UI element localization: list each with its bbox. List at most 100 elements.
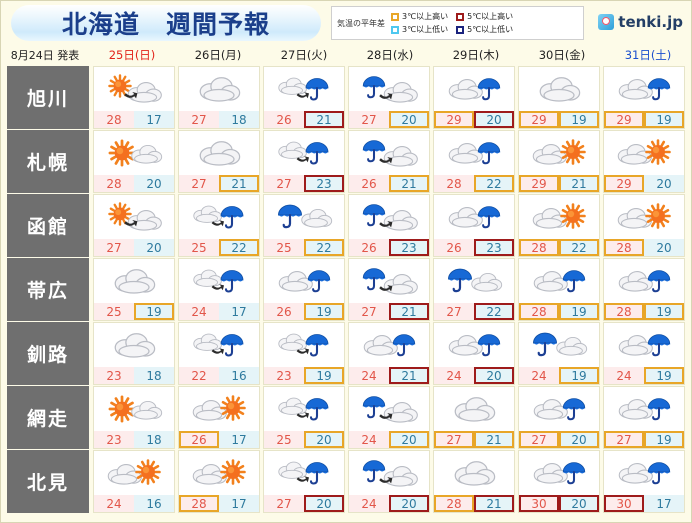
forecast-cell[interactable]: 25 19	[93, 258, 175, 321]
min-temperature: 19	[559, 367, 599, 384]
city-label-帯広[interactable]: 帯広	[7, 258, 89, 321]
forecast-cell[interactable]: 27 23	[263, 130, 345, 193]
tenki-logo-text: tenki.jp	[618, 13, 683, 31]
max-temperature: 23	[94, 367, 134, 384]
forecast-cell[interactable]: 25 22	[263, 194, 345, 257]
forecast-cell[interactable]: 25 20	[263, 386, 345, 449]
min-temperature: 19	[644, 303, 684, 320]
temperature-pair: 23 18	[94, 367, 174, 384]
forecast-cell[interactable]: 27 20	[348, 66, 430, 129]
forecast-cell[interactable]: 28 19	[603, 258, 685, 321]
city-label-札幌[interactable]: 札幌	[7, 130, 89, 193]
cloud-sun-icon	[604, 131, 684, 175]
forecast-cell[interactable]: 26 23	[433, 194, 515, 257]
forecast-cell[interactable]: 27 20	[93, 194, 175, 257]
forecast-cell[interactable]: 26 21	[263, 66, 345, 129]
forecast-cell[interactable]: 25 22	[178, 194, 260, 257]
forecast-cell[interactable]: 27 21	[178, 130, 260, 193]
forecast-cell[interactable]: 24 20	[348, 386, 430, 449]
forecast-cell[interactable]: 27 21	[348, 258, 430, 321]
forecast-cell[interactable]: 24 20	[348, 450, 430, 513]
city-label-北見[interactable]: 北見	[7, 450, 89, 513]
forecast-cell[interactable]: 27 21	[433, 386, 515, 449]
rain-cloud-icon	[519, 323, 599, 367]
forecast-cell[interactable]: 23 19	[263, 322, 345, 385]
forecast-cell[interactable]: 27 18	[178, 66, 260, 129]
forecast-cell[interactable]: 26 19	[263, 258, 345, 321]
min-temperature: 23	[474, 239, 514, 256]
forecast-cell[interactable]: 29 19	[518, 66, 600, 129]
forecast-cell[interactable]: 27 19	[603, 386, 685, 449]
forecast-cell[interactable]: 28 22	[433, 130, 515, 193]
forecast-cell[interactable]: 24 20	[433, 322, 515, 385]
temperature-pair: 27 21	[179, 175, 259, 192]
forecast-cell[interactable]: 29 20	[433, 66, 515, 129]
forecast-cell[interactable]: 24 19	[518, 322, 600, 385]
temperature-pair: 27 20	[264, 495, 344, 512]
forecast-cell[interactable]: 26 17	[178, 386, 260, 449]
sun-then-cloud-icon	[94, 67, 174, 111]
forecast-cell[interactable]: 28 19	[518, 258, 600, 321]
legend-swatch-hot5	[456, 12, 465, 21]
max-temperature: 26	[179, 431, 219, 448]
forecast-cell[interactable]: 27 20	[518, 386, 600, 449]
city-label-釧路[interactable]: 釧路	[7, 322, 89, 385]
min-temperature: 19	[559, 303, 599, 320]
forecast-cell[interactable]: 28 21	[433, 450, 515, 513]
forecast-cell[interactable]: 30 20	[518, 450, 600, 513]
forecast-cell[interactable]: 30 17	[603, 450, 685, 513]
min-temperature: 20	[644, 239, 684, 256]
forecast-cell[interactable]: 24 16	[93, 450, 175, 513]
cloud-rain-icon	[264, 259, 344, 303]
min-temperature: 17	[644, 495, 684, 512]
forecast-cell[interactable]: 22 16	[178, 322, 260, 385]
legend-grid: 3℃以上高い 5℃以上高い 3℃以上低い 5℃以上低い	[391, 11, 513, 35]
max-temperature: 28	[434, 175, 474, 192]
min-temperature: 18	[134, 367, 174, 384]
forecast-cells: 25 19 24 17 26 19 27 21 27 22 28 19 28 1…	[93, 258, 685, 321]
min-temperature: 22	[474, 175, 514, 192]
forecast-cell[interactable]: 24 21	[348, 322, 430, 385]
forecast-cell[interactable]: 27 20	[263, 450, 345, 513]
forecast-cells: 23 18 22 16 23 19 24 21 24 20 24 19 24 1…	[93, 322, 685, 385]
forecast-cell[interactable]: 27 22	[433, 258, 515, 321]
table-row: 釧路 23 18 22 16 23 19 24 21 24 20 24 19 2…	[7, 322, 685, 385]
table-row: 北見 24 16 28 17 27 20 24 20 28 21 30 20 3…	[7, 450, 685, 513]
announcement-date: 8月24日 発表	[10, 49, 80, 62]
forecast-cell[interactable]: 29 19	[603, 66, 685, 129]
forecast-cell[interactable]: 23 18	[93, 386, 175, 449]
forecast-cell[interactable]: 28 20	[93, 130, 175, 193]
max-temperature: 24	[519, 367, 559, 384]
forecast-cell[interactable]: 26 23	[348, 194, 430, 257]
weekly-forecast-page: 北海道 週間予報 気温の平年差 3℃以上高い 5℃以上高い 3℃以上低い 5℃以…	[0, 0, 692, 523]
min-temperature: 17	[219, 303, 259, 320]
temperature-pair: 24 20	[434, 367, 514, 384]
temperature-pair: 29 21	[519, 175, 599, 192]
min-temperature: 19	[134, 303, 174, 320]
max-temperature: 24	[349, 367, 389, 384]
forecast-cell[interactable]: 28 20	[603, 194, 685, 257]
legend-swatch-cold5	[456, 25, 465, 34]
max-temperature: 28	[604, 239, 644, 256]
tenki-jp-logo[interactable]: tenki.jp	[598, 13, 683, 31]
forecast-cell[interactable]: 26 21	[348, 130, 430, 193]
forecast-cell[interactable]: 24 17	[178, 258, 260, 321]
forecast-cell[interactable]: 28 22	[518, 194, 600, 257]
city-label-函館[interactable]: 函館	[7, 194, 89, 257]
forecast-cell[interactable]: 28 17	[178, 450, 260, 513]
min-temperature: 23	[304, 175, 344, 192]
city-label-旭川[interactable]: 旭川	[7, 66, 89, 129]
legend-item-hot3: 3℃以上高い	[391, 11, 448, 22]
forecast-cell[interactable]: 28 17	[93, 66, 175, 129]
rain-cloud-icon	[264, 195, 344, 239]
forecast-cell[interactable]: 23 18	[93, 322, 175, 385]
min-temperature: 20	[474, 367, 514, 384]
forecast-cell[interactable]: 29 21	[518, 130, 600, 193]
forecast-cell[interactable]: 29 20	[603, 130, 685, 193]
forecast-cell[interactable]: 24 19	[603, 322, 685, 385]
max-temperature: 27	[179, 175, 219, 192]
max-temperature: 29	[519, 175, 559, 192]
city-label-網走[interactable]: 網走	[7, 386, 89, 449]
temperature-pair: 24 19	[519, 367, 599, 384]
min-temperature: 19	[644, 431, 684, 448]
